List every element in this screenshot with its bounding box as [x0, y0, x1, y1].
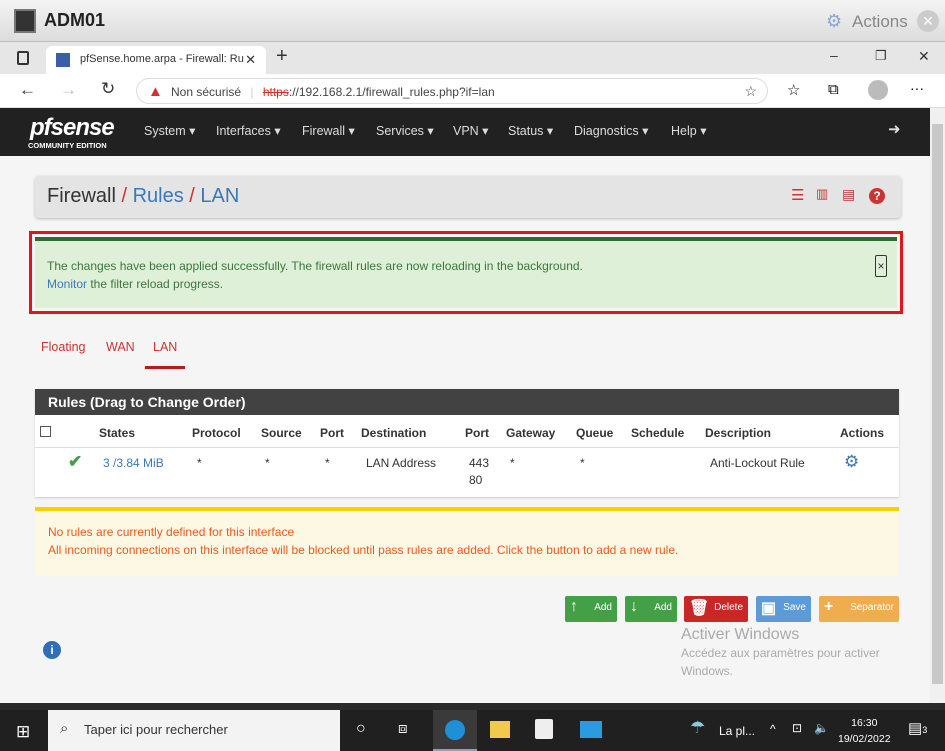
new-tab-icon[interactable]: + [276, 45, 288, 68]
panel-title: Rules (Drag to Change Order) [35, 389, 899, 415]
table-row[interactable] [35, 447, 899, 448]
volume-muted-icon[interactable]: 🔈 [814, 721, 829, 735]
pfsense-logo[interactable]: pfsense [30, 114, 115, 142]
search-icon: ⌕ [60, 720, 69, 737]
restore-icon[interactable]: ❐ [875, 48, 887, 64]
help-icon[interactable]: ? [869, 188, 885, 204]
browser-tab[interactable]: pfSense.home.arpa - Firewall: Ru ✕ [46, 46, 266, 74]
edit-gear-icon[interactable]: ⚙ [844, 452, 859, 472]
close-icon[interactable]: ✕ [917, 10, 939, 32]
logo-subtitle: COMMUNITY EDITION [28, 141, 107, 150]
clock[interactable]: 16:30 19/02/2022 [838, 715, 891, 747]
arrow-down-icon: ↓ [630, 598, 638, 615]
cortana-icon[interactable]: ○ [356, 720, 366, 738]
address-bar-row: ← → ↻ ▲ Non sécurisé | https://192.168.2… [0, 74, 945, 108]
alert-close-icon[interactable]: × [875, 255, 887, 277]
weather-icon: ☂ [690, 718, 706, 737]
url-text: ://192.168.2.1/firewall_rules.php?if=lan [288, 85, 495, 99]
pass-check-icon: ✔ [68, 452, 83, 471]
actions-button[interactable]: Actions [852, 12, 908, 32]
forward-icon[interactable]: → [60, 80, 77, 100]
save-icon: ▣ [761, 600, 777, 617]
tab-wan[interactable]: WAN [106, 340, 135, 354]
logout-icon[interactable]: ➜ [888, 120, 901, 138]
breadcrumb: Firewall / Rules / LAN ☰ ▥ ▤ ? [35, 176, 901, 218]
collections-icon[interactable]: ⧉ [828, 81, 839, 98]
chart-icon[interactable]: ▥ [816, 186, 828, 202]
security-label[interactable]: Non sécurisé [171, 85, 241, 99]
taskbar: ⊞ ⌕ Taper ici pour rechercher ○ ⧈ ☂ La p… [0, 703, 945, 751]
menu-status[interactable]: Status ▾ [508, 123, 553, 138]
window-close-icon[interactable]: ✕ [918, 48, 930, 65]
weather-text[interactable]: La pl... [719, 724, 755, 738]
url-input[interactable]: ▲ Non sécurisé | https://192.168.2.1/fir… [136, 78, 768, 104]
mail-icon[interactable] [580, 721, 602, 738]
profile-avatar[interactable] [868, 80, 888, 100]
warning-icon: ▲ [148, 83, 163, 100]
tab-lan[interactable]: LAN [145, 340, 186, 369]
reload-icon[interactable]: ↻ [101, 79, 115, 99]
taskbar-search[interactable]: ⌕ Taper ici pour rechercher [48, 710, 340, 751]
task-view-icon[interactable]: ⧈ [398, 720, 408, 737]
pfsense-navbar: pfsense COMMUNITY EDITION System ▾ Inter… [0, 108, 930, 156]
scrollbar[interactable] [930, 108, 945, 703]
breadcrumb-rules[interactable]: Rules [133, 185, 184, 207]
more-icon[interactable]: ··· [910, 80, 924, 96]
alert-message: The changes have been applied successful… [47, 259, 583, 273]
tab-floating[interactable]: Floating [41, 340, 85, 354]
save-button[interactable]: ▣ Save [756, 596, 811, 622]
tab-actions-icon[interactable] [17, 51, 29, 65]
success-alert: The changes have been applied successful… [35, 237, 897, 308]
no-rules-warning: No rules are currently defined for this … [35, 507, 899, 576]
menu-help[interactable]: Help ▾ [671, 123, 706, 138]
browser-tab-bar: pfSense.home.arpa - Firewall: Ru ✕ + – ❐… [0, 42, 945, 74]
menu-vpn[interactable]: VPN ▾ [453, 123, 488, 138]
notifications-icon[interactable]: ▤3 [908, 719, 927, 737]
separator-button[interactable]: + Separator [819, 596, 899, 622]
rules-panel: Rules (Drag to Change Order) States Prot… [35, 389, 899, 497]
menu-system[interactable]: System ▾ [144, 123, 195, 138]
vm-icon [14, 9, 36, 33]
favorites-icon[interactable]: ☆ [787, 81, 800, 99]
chevron-up-icon[interactable]: ^ [770, 722, 776, 736]
info-icon[interactable]: i [43, 641, 61, 659]
windows-activation-watermark: Activer Windows Accédez aux paramètres p… [681, 626, 880, 678]
store-icon[interactable] [535, 719, 553, 739]
menu-interfaces[interactable]: Interfaces ▾ [216, 123, 281, 138]
back-icon[interactable]: ← [19, 80, 36, 100]
trash-icon: 🗑 [689, 600, 710, 617]
minimize-icon[interactable]: – [830, 47, 838, 63]
menu-diagnostics[interactable]: Diagnostics ▾ [574, 123, 648, 138]
breadcrumb-lan[interactable]: LAN [200, 185, 239, 207]
url-scheme: https [262, 85, 289, 99]
vm-title-bar: ADM01 ⚙ Actions ✕ [0, 0, 945, 42]
select-all-checkbox[interactable] [40, 426, 51, 437]
add-bottom-button[interactable]: ↓ Add [625, 596, 677, 622]
list-icon[interactable]: ▤ [842, 186, 855, 203]
menu-firewall[interactable]: Firewall ▾ [302, 123, 355, 138]
tab-title: pfSense.home.arpa - Firewall: Ru [80, 53, 244, 65]
delete-button[interactable]: 🗑 Delete [684, 596, 748, 622]
edge-taskbar-icon[interactable] [433, 710, 477, 751]
breadcrumb-root: Firewall [47, 185, 116, 207]
windows-start-icon[interactable]: ⊞ [16, 722, 30, 742]
arrow-up-icon: ↑ [570, 598, 578, 615]
states-link[interactable]: 3 /3.84 MiB [103, 456, 164, 470]
success-alert-highlight: The changes have been applied successful… [29, 231, 903, 314]
monitor-link[interactable]: Monitor [47, 277, 87, 291]
network-icon[interactable]: ⊡ [792, 721, 802, 735]
gear-icon[interactable]: ⚙ [826, 11, 842, 32]
window-title: ADM01 [44, 10, 106, 30]
favorite-star-icon[interactable]: ☆ [744, 83, 757, 100]
add-top-button[interactable]: ↑ Add [565, 596, 617, 622]
file-explorer-icon[interactable] [490, 721, 510, 738]
sliders-icon[interactable]: ☰ [791, 186, 804, 204]
plus-icon: + [824, 598, 834, 615]
tab-close-icon[interactable]: ✕ [245, 52, 256, 68]
menu-services[interactable]: Services ▾ [376, 123, 434, 138]
favicon-icon [56, 53, 70, 67]
